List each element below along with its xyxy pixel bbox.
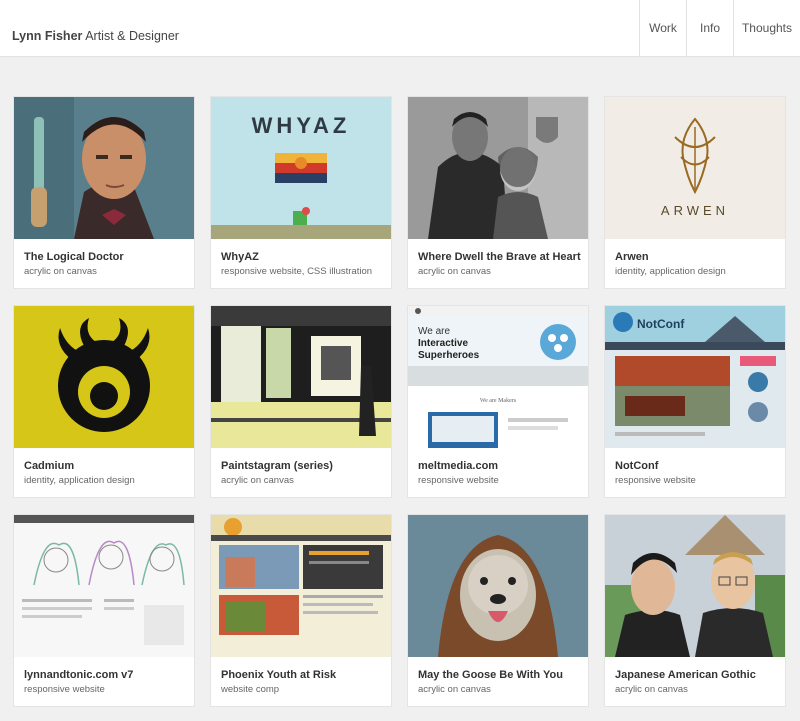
project-thumbnail: [211, 306, 391, 448]
project-card-logical-doctor[interactable]: The Logical Doctor acrylic on canvas: [14, 97, 194, 288]
project-card-paintstagram[interactable]: Paintstagram (series) acrylic on canvas: [211, 306, 391, 497]
meltmedia-headline-1: We are: [418, 326, 450, 337]
project-thumbnail: [211, 515, 391, 657]
project-card-goose[interactable]: May the Goose Be With You acrylic on can…: [408, 515, 588, 706]
project-title: Paintstagram (series): [221, 460, 333, 472]
project-title: May the Goose Be With You: [418, 669, 563, 681]
meltmedia-makers: We are Makers: [480, 398, 517, 404]
project-subtitle: responsive website: [418, 475, 499, 486]
project-subtitle: acrylic on canvas: [24, 266, 97, 277]
project-title: lynnandtonic.com v7: [24, 669, 134, 681]
arwen-logo-text: ARWEN: [661, 203, 729, 218]
project-subtitle: responsive website: [24, 684, 105, 695]
project-title: Cadmium: [24, 460, 75, 472]
nav-work[interactable]: Work: [639, 0, 686, 56]
project-subtitle: identity, application design: [24, 475, 135, 486]
site-brand[interactable]: Lynn Fisher Artist & Designer: [12, 29, 179, 43]
whyaz-logo-text: WHYAZ: [252, 113, 351, 138]
nav-thoughts[interactable]: Thoughts: [733, 0, 800, 56]
project-thumbnail: We are Interactive Superheroes We are Ma…: [408, 306, 588, 448]
brand-name: Lynn Fisher: [12, 29, 83, 43]
project-card-brave-heart[interactable]: Where Dwell the Brave at Heart acrylic o…: [408, 97, 588, 288]
brand-tagline: Artist & Designer: [85, 29, 179, 43]
project-card-japanese-gothic[interactable]: Japanese American Gothic acrylic on canv…: [605, 515, 785, 706]
project-title: Where Dwell the Brave at Heart: [418, 251, 581, 263]
project-thumbnail: WHYAZ: [211, 97, 391, 239]
main-nav: Work Info Thoughts: [639, 0, 800, 56]
project-title: Phoenix Youth at Risk: [221, 669, 337, 681]
notconf-logo: NotConf: [637, 317, 685, 331]
project-title: Japanese American Gothic: [615, 669, 756, 681]
project-thumbnail: [408, 97, 588, 239]
site-header: Lynn Fisher Artist & Designer Work Info …: [0, 0, 800, 57]
project-card-whyaz[interactable]: WHYAZ WhyAZ responsive website, CSS illu…: [211, 97, 391, 288]
nav-info[interactable]: Info: [686, 0, 733, 56]
project-thumbnail: [605, 515, 785, 657]
project-grid: The Logical Doctor acrylic on canvas WHY…: [14, 97, 786, 721]
project-card-lynnandtonic[interactable]: lynnandtonic.com v7 responsive website: [14, 515, 194, 706]
project-title: WhyAZ: [221, 251, 259, 263]
project-thumbnail: ARWEN: [605, 97, 785, 239]
project-card-arwen[interactable]: ARWEN Arwen identity, application design: [605, 97, 785, 288]
project-thumbnail: [14, 306, 194, 448]
project-subtitle: identity, application design: [615, 266, 726, 277]
project-card-meltmedia[interactable]: We are Interactive Superheroes We are Ma…: [408, 306, 588, 497]
project-subtitle: acrylic on canvas: [615, 684, 688, 695]
project-title: Arwen: [615, 251, 649, 263]
project-thumbnail: NotConf: [605, 306, 785, 448]
project-subtitle: responsive website: [615, 475, 696, 486]
meltmedia-headline-3: Superheroes: [418, 350, 480, 361]
project-thumbnail: [408, 515, 588, 657]
project-card-phoenix-youth[interactable]: Phoenix Youth at Risk website comp: [211, 515, 391, 706]
project-title: The Logical Doctor: [24, 251, 124, 263]
project-subtitle: website comp: [221, 684, 280, 695]
meltmedia-headline-2: Interactive: [418, 338, 468, 349]
project-subtitle: acrylic on canvas: [418, 684, 491, 695]
project-card-cadmium[interactable]: Cadmium identity, application design: [14, 306, 194, 497]
project-subtitle: acrylic on canvas: [418, 266, 491, 277]
project-title: meltmedia.com: [418, 460, 499, 472]
project-thumbnail: [14, 515, 194, 657]
project-subtitle: acrylic on canvas: [221, 475, 294, 486]
project-thumbnail: [14, 97, 194, 239]
project-card-notconf[interactable]: NotConf NotConf responsive website: [605, 306, 785, 497]
project-title: NotConf: [615, 460, 659, 472]
project-subtitle: responsive website, CSS illustration: [221, 266, 373, 277]
